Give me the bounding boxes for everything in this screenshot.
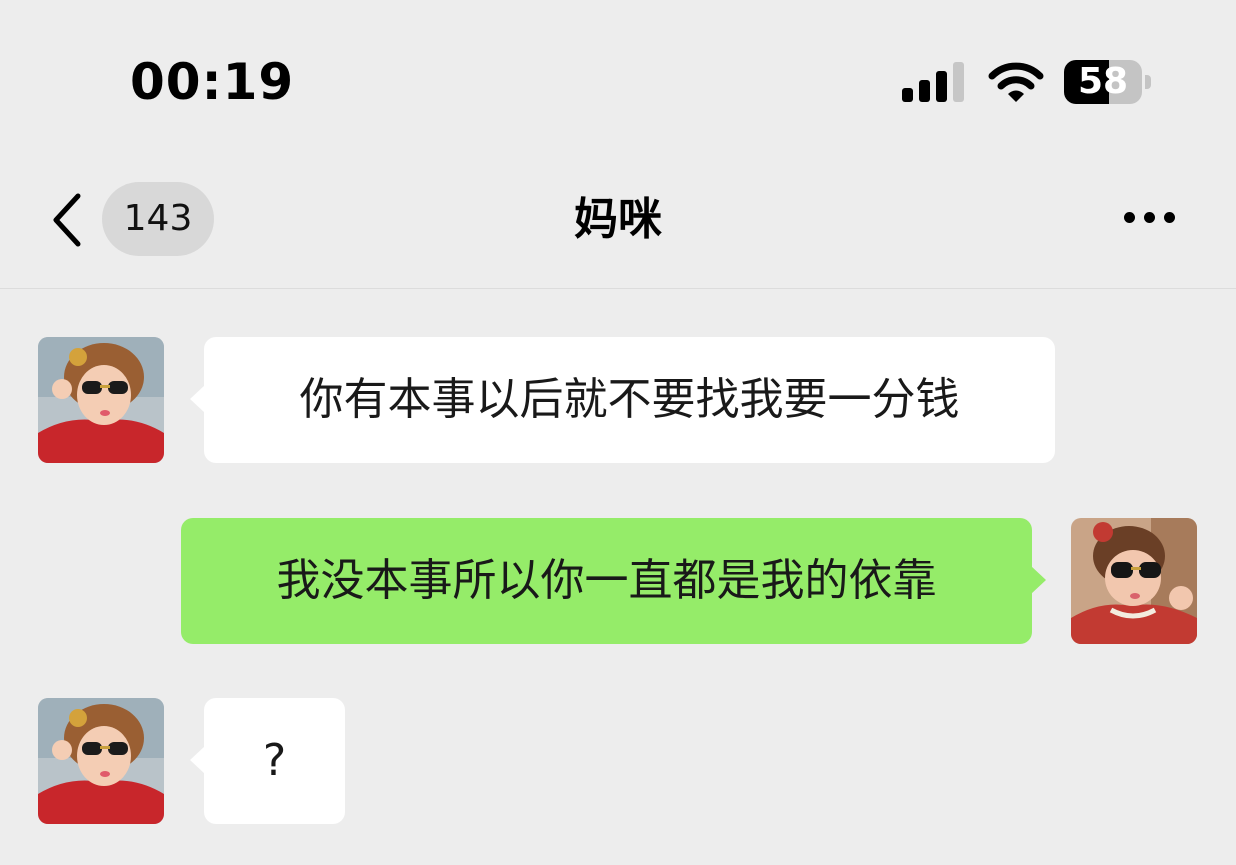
battery-icon: 58: [1064, 60, 1154, 106]
battery-cap: [1145, 75, 1151, 89]
status-time: 00:19: [130, 53, 295, 111]
message-text: 你有本事以后就不要找我要一分钱: [299, 374, 960, 425]
chevron-left-icon[interactable]: [46, 190, 86, 250]
chat-header: 143 妈咪: [0, 160, 1236, 289]
my-avatar[interactable]: [1071, 518, 1197, 644]
battery-level: 58: [1077, 61, 1129, 102]
contact-avatar[interactable]: [38, 698, 164, 824]
message-bubble-incoming[interactable]: 你有本事以后就不要找我要一分钱: [190, 337, 1055, 463]
unread-count-badge[interactable]: 143: [102, 182, 214, 256]
message-bubble-outgoing[interactable]: 我没本事所以你一直都是我的依靠: [181, 518, 1046, 644]
contact-avatar[interactable]: [38, 337, 164, 463]
more-dots-icon[interactable]: [1120, 206, 1180, 230]
message-text: 我没本事所以你一直都是我的依靠: [276, 555, 937, 606]
bubble-tail: [190, 746, 205, 774]
chat-title: 妈咪: [574, 194, 662, 245]
bubble-tail: [190, 385, 205, 413]
bubble-tail: [1031, 566, 1046, 594]
chat-screen: 00:19 58 143 妈咪 你有本事以后就不要找我要一分钱 我没本事所以你一…: [0, 0, 1236, 865]
message-bubble-incoming[interactable]: ?: [190, 698, 345, 824]
cellular-signal-icon: [902, 62, 968, 102]
wifi-icon: [988, 60, 1044, 104]
status-bar: 00:19 58: [0, 0, 1236, 150]
message-text: ?: [262, 735, 287, 786]
